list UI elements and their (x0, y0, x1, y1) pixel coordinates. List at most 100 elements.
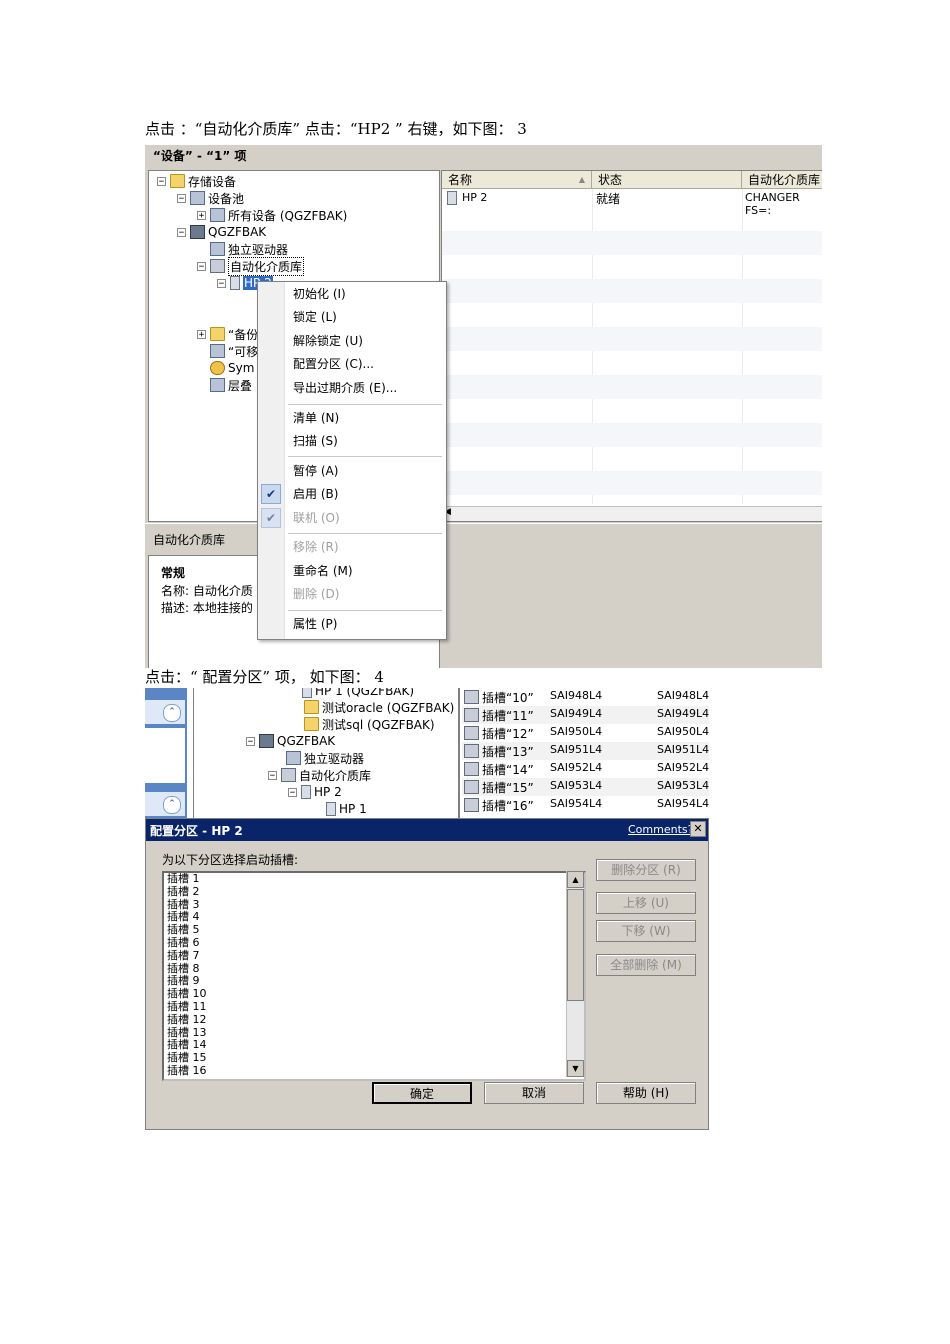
scroll-down-icon[interactable]: ▼ (567, 1060, 584, 1077)
collapse-icon[interactable]: − (288, 787, 297, 797)
expand-icon[interactable]: + (197, 210, 206, 220)
help-button[interactable]: 帮助 (H) (596, 1082, 696, 1104)
context-menu[interactable]: 初始化 (I) 锁定 (L) 解除锁定 (U) 配置分区 (C)... 导出过期… (257, 281, 447, 640)
tree-node-storage-devices[interactable]: − 存储设备 (157, 173, 236, 189)
cell-status: 就绪 (596, 192, 621, 206)
collapse-icon[interactable]: − (217, 278, 226, 288)
tree-node-server[interactable]: − QGZFBAK (177, 224, 266, 240)
list-item[interactable]: 插槽 6 (167, 936, 200, 950)
slot-icon (464, 780, 479, 794)
delete-partition-button[interactable]: 删除分区 (R) (596, 859, 696, 881)
menu-item-configure-partitions[interactable]: 配置分区 (C)... (293, 354, 374, 374)
slot-icon (464, 744, 479, 758)
collapse-icon[interactable]: − (177, 227, 186, 237)
table-row[interactable]: HP 2 就绪 CHANGER FS=: (442, 189, 822, 217)
menu-item-enable[interactable]: 启用 (B) (293, 484, 338, 504)
tree-node-hp1[interactable]: HP 1 (326, 801, 367, 817)
list-item[interactable]: 插槽 11 (167, 1000, 207, 1014)
tree-node-test-oracle[interactable]: 测试oracle (QGZFBAK) (304, 699, 454, 715)
table-row[interactable]: 插槽“16” SAI954L4 SAI954L4 (462, 796, 709, 814)
dialog-title: 配置分区 - HP 2 (150, 824, 243, 838)
detail-name-row: 名称: 自动化介质 (161, 584, 253, 598)
tree-node-hp2[interactable]: −HP 2 (288, 784, 342, 800)
tree-node-standalone-drives[interactable]: 独立驱动器 (286, 750, 364, 766)
scroll-up-icon[interactable]: ▲ (567, 871, 584, 888)
cell-library: CHANGER FS=: (745, 191, 800, 217)
list-item[interactable]: 插槽 7 (167, 949, 200, 963)
tree-node-all-devices[interactable]: + 所有设备 (QGZFBAK) (197, 207, 347, 223)
library-list-view[interactable]: 名称 ▲ 状态 自动化介质库 HP 2 就绪 CHANGER FS=: ◀ (441, 170, 822, 522)
table-row[interactable]: 插槽“11” SAI949L4 SAI949L4 (462, 706, 709, 724)
expand-icon[interactable]: + (197, 329, 206, 339)
tree-node-robotic-library[interactable]: − 自动化介质库 (268, 767, 371, 783)
list-item[interactable]: 插槽 16 (167, 1064, 207, 1078)
menu-item-lock[interactable]: 锁定 (L) (293, 307, 337, 327)
collapse-icon[interactable]: − (157, 176, 166, 186)
delete-all-button[interactable]: 全部删除 (M) (596, 954, 696, 976)
tape-icon (302, 688, 312, 698)
menu-item-inventory[interactable]: 清单 (N) (293, 408, 339, 428)
tree-node-test-sql[interactable]: 测试sql (QGZFBAK) (304, 716, 435, 732)
column-header-status[interactable]: 状态 (592, 171, 742, 189)
ok-button[interactable]: 确定 (372, 1082, 472, 1104)
caption-step-3: 点击 ：“自动化介质库” 点击：“HP2 ” 右键，如下图： 3 (145, 120, 527, 138)
menu-item-unlock[interactable]: 解除锁定 (U) (293, 331, 363, 351)
slot-list[interactable]: 插槽“10” SAI948L4 SAI948L4 插槽“11” SAI949L4 SAI… (458, 688, 709, 818)
screenshot-context-menu: “设备” - “1” 项 − 存储设备 − 设备池 + 所有设备 (QGZFBAK) … (145, 145, 822, 668)
menu-item-export-expired-media[interactable]: 导出过期介质 (E)... (293, 378, 397, 398)
collapse-icon[interactable]: − (268, 770, 277, 780)
column-header-library[interactable]: 自动化介质库 (742, 171, 822, 189)
table-row[interactable]: 插槽“14” SAI952L4 SAI952L4 (462, 760, 709, 778)
tree-node-cascade[interactable]: 层叠 (210, 377, 252, 393)
table-row-empty (442, 231, 822, 255)
detail-title: 自动化介质库 (153, 533, 226, 547)
tree-node-backup[interactable]: + “备份 (197, 326, 258, 342)
menu-item-pause[interactable]: 暂停 (A) (293, 461, 338, 481)
menu-item-scan[interactable]: 扫描 (S) (293, 431, 338, 451)
close-icon[interactable]: ✕ (690, 821, 706, 837)
task-pane-strip: ⌃ ⌃ (145, 688, 187, 818)
move-down-button[interactable]: 下移 (W) (596, 920, 696, 942)
start-slot-listbox[interactable]: 插槽 1 插槽 2 插槽 3 插槽 4 插槽 5 插槽 6 插槽 7 插槽 8 … (162, 871, 586, 1081)
table-row[interactable]: 插槽“12” SAI950L4 SAI950L4 (462, 724, 709, 742)
comments-link[interactable]: Comments? (628, 823, 693, 836)
scroll-thumb[interactable] (567, 889, 584, 1001)
collapse-icon[interactable]: − (197, 261, 206, 271)
vertical-scrollbar[interactable]: ▲ ▼ (566, 871, 584, 1077)
table-row-empty (442, 327, 822, 351)
dialog-titlebar[interactable]: 配置分区 - HP 2 Comments? ✕ (146, 819, 708, 841)
collapse-icon[interactable]: − (177, 193, 186, 203)
tree-node-server[interactable]: − QGZFBAK (246, 733, 335, 749)
table-row[interactable]: 插槽“10” SAI948L4 SAI948L4 (462, 688, 709, 706)
table-row-empty (442, 375, 822, 399)
table-row[interactable]: 插槽“13” SAI951L4 SAI951L4 (462, 742, 709, 760)
menu-item-initialize[interactable]: 初始化 (I) (293, 284, 346, 304)
folder-icon (304, 700, 319, 714)
table-row[interactable]: 插槽“15” SAI953L4 SAI953L4 (462, 778, 709, 796)
chevron-up-icon[interactable]: ⌃ (163, 704, 181, 722)
chevron-up-icon[interactable]: ⌃ (163, 796, 181, 814)
tree-node-hp1-qgzfbak[interactable]: HP 1 (QGZFBAK) (302, 688, 414, 699)
menu-item-rename[interactable]: 重命名 (M) (293, 561, 353, 581)
menu-separator (288, 533, 442, 534)
cancel-button[interactable]: 取消 (484, 1082, 584, 1104)
device-icon (210, 208, 225, 222)
tree-node-removable[interactable]: “可移 (210, 343, 258, 359)
list-item[interactable]: 插槽 12 (167, 1013, 207, 1027)
list-item[interactable]: 插槽 2 (167, 885, 200, 899)
task-pane-body (145, 728, 185, 783)
horizontal-scrollbar[interactable]: ◀ (442, 506, 822, 521)
menu-item-properties[interactable]: 属性 (P) (293, 614, 337, 634)
column-header-name[interactable]: 名称 ▲ (442, 171, 592, 189)
list-item[interactable]: 插槽 1 (167, 873, 200, 886)
slot-icon (464, 708, 479, 722)
tree-node-standalone-drives[interactable]: 独立驱动器 (210, 241, 288, 257)
device-tree[interactable]: HP 1 (QGZFBAK) 测试oracle (QGZFBAK) 测试sql … (193, 688, 459, 818)
tree-node-symantec[interactable]: Sym (210, 360, 254, 376)
tree-node-robotic-library[interactable]: − 自动化介质库 (197, 256, 305, 276)
tree-node-device-pool[interactable]: − 设备池 (177, 190, 244, 206)
collapse-icon[interactable]: − (246, 736, 255, 746)
slot-icon (464, 690, 479, 704)
move-up-button[interactable]: 上移 (U) (596, 892, 696, 914)
tape-icon (447, 191, 457, 205)
